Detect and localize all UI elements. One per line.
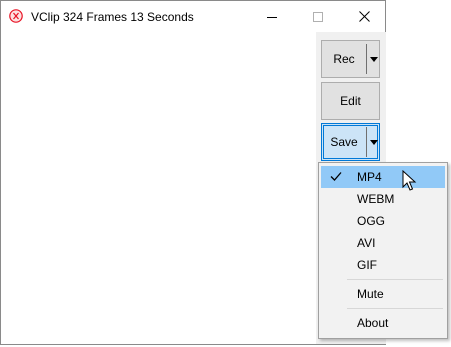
- check-icon: [330, 172, 342, 181]
- menu-item-label: AVI: [357, 236, 376, 250]
- save-button-label: Save: [330, 135, 358, 149]
- menu-item-label: GIF: [357, 258, 377, 272]
- menu-item-gif[interactable]: GIF: [321, 254, 445, 276]
- maximize-button[interactable]: [295, 1, 341, 32]
- menu-item-ogg[interactable]: OGG: [321, 210, 445, 232]
- edit-button[interactable]: Edit: [321, 82, 380, 120]
- mouse-cursor-icon: [402, 170, 417, 191]
- menu-separator: [347, 308, 443, 309]
- split-divider: [366, 127, 367, 157]
- app-icon: [9, 9, 23, 23]
- menu-item-label: OGG: [357, 214, 386, 228]
- menu-item-label: WEBM: [357, 192, 395, 206]
- close-icon: [358, 11, 370, 22]
- menu-item-mp4[interactable]: MP4: [321, 166, 445, 188]
- minimize-button[interactable]: [249, 1, 295, 32]
- close-button[interactable]: [341, 1, 387, 32]
- rec-button-label: Rec: [333, 52, 355, 66]
- minimize-icon: [267, 16, 277, 18]
- menu-item-label: Mute: [357, 287, 384, 301]
- maximize-icon: [313, 11, 323, 22]
- save-format-menu: MP4 WEBM OGG AVI GIF Mute About: [318, 162, 448, 339]
- menu-item-avi[interactable]: AVI: [321, 232, 445, 254]
- menu-item-webm[interactable]: WEBM: [321, 188, 445, 210]
- title-bar[interactable]: VClip 324 Frames 13 Seconds: [1, 1, 385, 32]
- menu-separator: [347, 279, 443, 280]
- menu-item-label: About: [357, 316, 389, 330]
- chevron-down-icon[interactable]: [370, 57, 378, 62]
- window-title: VClip 324 Frames 13 Seconds: [31, 10, 194, 24]
- menu-item-label: MP4: [357, 170, 382, 184]
- menu-item-mute[interactable]: Mute: [321, 283, 445, 305]
- menu-item-about[interactable]: About: [321, 312, 445, 334]
- save-button[interactable]: Save: [321, 123, 380, 161]
- rec-button[interactable]: Rec: [321, 40, 380, 78]
- split-divider: [366, 44, 367, 74]
- edit-button-label: Edit: [340, 94, 361, 108]
- chevron-down-icon[interactable]: [370, 140, 378, 145]
